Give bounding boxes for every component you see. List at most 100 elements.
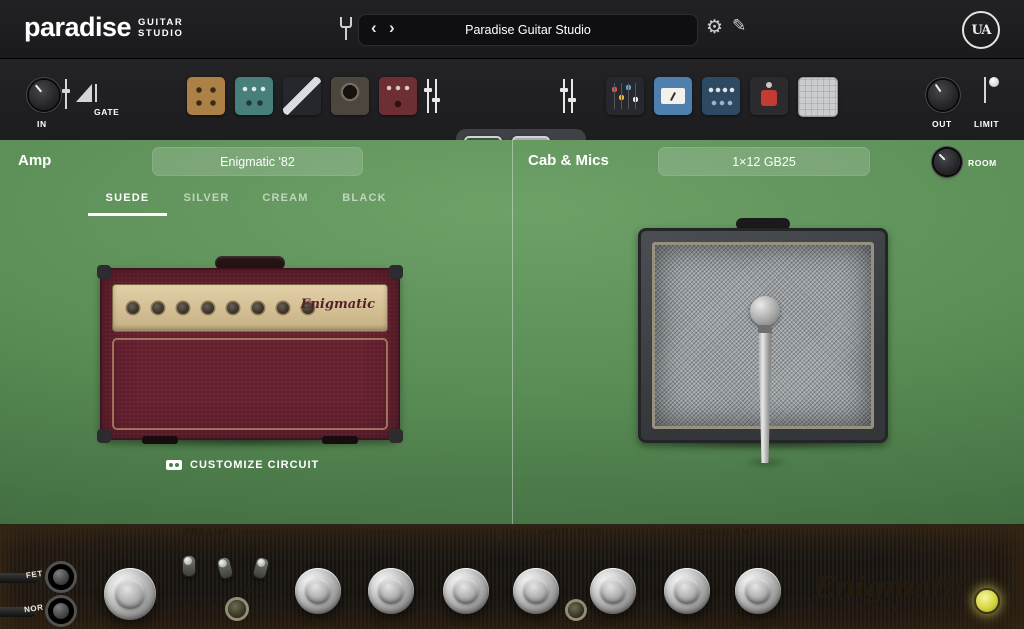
- bass-label: BASS: [431, 618, 501, 629]
- amp-mini-knob: [202, 302, 214, 314]
- amp-corner-cap: [389, 429, 403, 443]
- amp-mini-knob: [152, 302, 164, 314]
- gate-threshold-icon[interactable]: [76, 84, 92, 102]
- fet-label: FET: [25, 569, 43, 580]
- edit-pencil-icon[interactable]: ✎: [732, 16, 746, 36]
- level-label: LEVEL: [501, 618, 571, 629]
- output-gain-knob[interactable]: [928, 80, 958, 110]
- customize-circuit-label: CUSTOMIZE CIRCUIT: [190, 459, 319, 471]
- jazz-label: JAZZ: [238, 586, 274, 595]
- chain-slot-pedal-dark[interactable]: [283, 77, 321, 115]
- chain-slot-stomp-red[interactable]: [750, 77, 788, 115]
- section-divider: [512, 140, 513, 524]
- amp-corner-cap: [389, 265, 403, 279]
- ua-logo[interactable]: UA: [962, 11, 1000, 49]
- customize-circuit-button[interactable]: CUSTOMIZE CIRCUIT: [166, 459, 319, 471]
- header-bar: paradise GUITAR STUDIO ‹ › Paradise Guit…: [0, 0, 1024, 59]
- nor-label: NOR: [23, 603, 44, 615]
- chain-slot-pedal-tan[interactable]: [187, 77, 225, 115]
- tab-suede[interactable]: SUEDE: [88, 192, 167, 216]
- nor-input-jack[interactable]: [48, 598, 74, 624]
- section-tick: [652, 526, 654, 541]
- boost-button[interactable]: [228, 600, 246, 618]
- cab-model-selector[interactable]: 1×12 GB25: [658, 147, 870, 176]
- amp-foot: [142, 436, 178, 444]
- volume-knob[interactable]: [104, 568, 156, 620]
- chain-fader-icon[interactable]: [424, 79, 440, 113]
- tuner-fork-prongs: [340, 17, 352, 28]
- paradise-logo: paradise: [24, 12, 131, 43]
- limit-slider[interactable]: [984, 77, 986, 103]
- amp-section-title: Amp: [18, 152, 51, 169]
- out-label: OUT: [932, 119, 952, 129]
- amp-brand-logo: Enigmatic: [806, 570, 978, 604]
- poweramp-section-label: POWER AMP: [688, 527, 760, 538]
- fet-input-jack[interactable]: [48, 564, 74, 590]
- rock-switch[interactable]: [252, 556, 271, 581]
- tab-cream[interactable]: CREAM: [246, 192, 325, 216]
- in-label: IN: [37, 119, 47, 129]
- chain-slot-pedal-teal[interactable]: [235, 77, 273, 115]
- stomp-red-pad: [761, 90, 777, 106]
- pedal-plug-icon: [166, 460, 182, 470]
- tab-black[interactable]: BLACK: [325, 192, 404, 216]
- gate-label: GATE: [94, 107, 119, 117]
- ratio-knob[interactable]: [590, 568, 636, 614]
- room-knob[interactable]: [934, 149, 960, 175]
- chain-slot-pedal-maroon[interactable]: [379, 77, 417, 115]
- treble-knob[interactable]: [295, 568, 341, 614]
- mid-switch[interactable]: [216, 556, 235, 581]
- amp-model-selector[interactable]: Enigmatic '82: [152, 147, 363, 176]
- amp-mini-knob: [127, 302, 139, 314]
- limit-knob-dot[interactable]: [989, 77, 999, 87]
- knob-pointer: [939, 154, 946, 161]
- treble-label: TREBLE: [283, 618, 353, 629]
- master-knob[interactable]: [664, 568, 710, 614]
- power-lamp[interactable]: [974, 588, 1000, 614]
- master-label: MASTER: [652, 618, 722, 629]
- microphone-neck: [758, 325, 772, 334]
- microphone-head[interactable]: [750, 296, 780, 326]
- amp-corner-cap: [97, 429, 111, 443]
- gate-bar-icon: [95, 84, 97, 102]
- chain-slot-vu-meter[interactable]: [654, 77, 692, 115]
- preset-name[interactable]: Paradise Guitar Studio: [359, 23, 697, 37]
- gate-fader-icon[interactable]: [60, 79, 72, 109]
- presence-knob[interactable]: [735, 568, 781, 614]
- dotted-rule: [762, 531, 798, 533]
- chain-slot-rack-unit[interactable]: [702, 77, 740, 115]
- cab-section-title: Cab & Mics: [528, 152, 609, 169]
- amp-mini-knob: [252, 302, 264, 314]
- amp-control-panel: Enigmatic: [112, 284, 388, 332]
- volume-label: VOLUME: [95, 622, 165, 629]
- amp-brand-subtitle: '82 ◆ OVERDRIVE ◆ SPECIAL ◆ AMP: [800, 604, 984, 613]
- stomp-knob-dot: [766, 82, 772, 88]
- knob-pointer: [35, 84, 42, 92]
- level-knob[interactable]: [513, 568, 559, 614]
- tuner-icon[interactable]: [340, 17, 352, 41]
- limit-label: LIMIT: [974, 119, 999, 129]
- input-gain-knob[interactable]: [29, 80, 59, 110]
- chain-slot-pedal-olive[interactable]: [331, 77, 369, 115]
- middle-knob[interactable]: [368, 568, 414, 614]
- overdrive-section-label: OVERDRIVE: [536, 527, 606, 538]
- bright-switch[interactable]: [182, 555, 196, 577]
- main-stage: Amp Enigmatic '82 SUEDE SILVER CREAM BLA…: [0, 140, 1024, 524]
- section-tick: [498, 526, 500, 541]
- overdrive-select-button[interactable]: [568, 602, 584, 618]
- settings-gear-icon[interactable]: ⚙: [706, 16, 723, 39]
- chain-slot-eq-mixer[interactable]: [606, 77, 644, 115]
- chain-slot-empty[interactable]: [798, 77, 838, 117]
- ratio-label: RATIO: [578, 618, 648, 629]
- bass-knob[interactable]: [443, 568, 489, 614]
- logo-sub-studio: STUDIO: [138, 28, 184, 39]
- dotted-rule: [150, 531, 172, 533]
- presence-label: PRESENCE: [721, 618, 795, 629]
- amp-gold-trim: [112, 338, 388, 430]
- preset-bar[interactable]: ‹ › Paradise Guitar Studio: [358, 14, 698, 46]
- chain-fader-icon-2[interactable]: [560, 79, 576, 113]
- amp-head-image: Enigmatic: [100, 268, 400, 440]
- amp-foot: [322, 436, 358, 444]
- tab-silver[interactable]: SILVER: [167, 192, 246, 216]
- dotted-rule: [610, 531, 648, 533]
